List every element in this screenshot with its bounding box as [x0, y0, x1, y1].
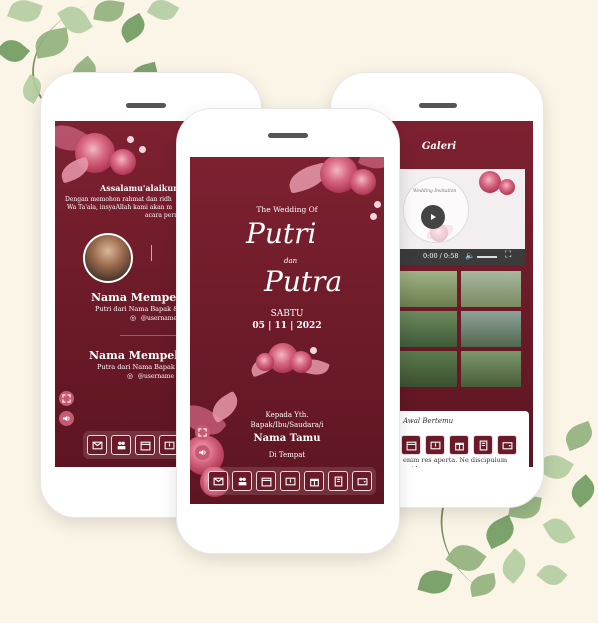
- speaker-icon: [198, 449, 206, 456]
- floral-divider-icon: [151, 245, 158, 261]
- wedding-day: SABTU: [270, 309, 304, 319]
- to-label: Kepada Yth.: [265, 411, 309, 419]
- calendar-icon: [140, 441, 150, 450]
- nav-envelope[interactable]: [208, 471, 228, 491]
- volume-icon[interactable]: 🔈: [465, 251, 475, 260]
- wallet-icon: [357, 477, 367, 485]
- intro-line-1: Dengan memohon rahmat dan ridh: [65, 196, 172, 203]
- audio-button[interactable]: [59, 411, 74, 426]
- groom-name: Putra: [264, 265, 343, 298]
- right-phone-screen: Galeri Wedding Invitation 0:00 / 0:58 🔈 …: [389, 121, 533, 467]
- guest-name: Nama Tamu: [253, 433, 321, 444]
- recipient-title: Bapak/Ibu/Saudara/i: [250, 421, 324, 429]
- separator-line: [120, 335, 180, 336]
- gift-icon: [309, 478, 319, 486]
- nav-couple[interactable]: [232, 471, 252, 491]
- video-caption: Wedding Invitation: [413, 189, 457, 194]
- nav-calendar[interactable]: [135, 435, 155, 455]
- gallery-photo[interactable]: [461, 311, 521, 347]
- nav-map[interactable]: [425, 435, 445, 455]
- gift-icon: [454, 442, 464, 450]
- video-control-bar: 0:00 / 0:58 🔈 ⛶: [395, 249, 525, 265]
- gallery-photo[interactable]: [461, 351, 521, 387]
- groom-parents: Putra dari Nama Bapak &: [97, 363, 183, 371]
- wedding-subtitle: The Wedding Of: [256, 205, 318, 214]
- nav-gift[interactable]: [449, 435, 469, 455]
- right-bottom-nav: [397, 431, 521, 459]
- play-button[interactable]: [421, 205, 445, 229]
- bride-photo: [83, 233, 133, 283]
- envelope-icon: [213, 477, 223, 485]
- conjunction-text: dan: [284, 257, 298, 265]
- right-phone-speaker: [419, 103, 457, 108]
- expand-button[interactable]: [195, 425, 210, 440]
- gallery-photo[interactable]: [397, 311, 457, 347]
- map-icon: [430, 441, 440, 449]
- center-phone-speaker: [268, 133, 308, 138]
- video-thumbnail[interactable]: Wedding Invitation: [395, 169, 525, 249]
- speaker-icon: [62, 415, 70, 422]
- calendar-icon: [261, 477, 271, 486]
- calendar-icon: [406, 441, 416, 450]
- bride-parents: Putri dari Nama Bapak &: [95, 305, 179, 313]
- nav-map[interactable]: [280, 471, 300, 491]
- nav-book[interactable]: [328, 471, 348, 491]
- wedding-date: 05 | 11 | 2022: [252, 321, 322, 331]
- instagram-icon-2: ◎: [127, 372, 134, 380]
- gallery-title: Galeri: [421, 141, 457, 152]
- gallery-photo[interactable]: [397, 271, 457, 307]
- couple-icon: [238, 477, 246, 485]
- left-phone-speaker: [126, 103, 166, 108]
- wallet-icon: [502, 441, 512, 449]
- nav-gift[interactable]: [304, 471, 324, 491]
- groom-handle: @username: [138, 373, 175, 380]
- nav-book[interactable]: [473, 435, 493, 455]
- map-icon: [285, 477, 295, 485]
- nav-wallet[interactable]: [497, 435, 517, 455]
- nav-calendar[interactable]: [401, 435, 421, 455]
- story-heading: Awal Bertemu: [403, 417, 454, 425]
- map-icon: [164, 441, 174, 449]
- intro-line-2: Wa Ta'ala, insyaAllah kami akan m: [67, 204, 173, 211]
- instagram-icon: ◎: [130, 314, 137, 322]
- play-icon: [431, 214, 436, 220]
- couple-icon: [117, 441, 125, 449]
- center-phone-screen: The Wedding Of Putri dan Putra SABTU 05 …: [190, 157, 384, 504]
- bride-handle: @username: [141, 315, 178, 322]
- groom-heading: Nama Mempela: [89, 349, 186, 362]
- fullscreen-icon[interactable]: ⛶: [505, 250, 511, 260]
- gallery-photo[interactable]: [461, 271, 521, 307]
- nav-envelope[interactable]: [87, 435, 107, 455]
- volume-slider[interactable]: [477, 256, 497, 258]
- bride-name: Putri: [246, 217, 317, 250]
- expand-icon: [62, 394, 71, 403]
- gallery-photo[interactable]: [397, 351, 457, 387]
- place-text: Di Tempat: [268, 451, 306, 459]
- envelope-icon: [92, 441, 102, 449]
- story-line-2: quidem: [403, 465, 428, 467]
- book-icon: [479, 440, 487, 450]
- nav-wallet[interactable]: [352, 471, 372, 491]
- nav-calendar[interactable]: [256, 471, 276, 491]
- player-time: 0:00 / 0:58: [423, 252, 459, 260]
- expand-icon: [198, 428, 207, 437]
- book-icon: [334, 476, 342, 486]
- center-bottom-nav: [204, 467, 376, 495]
- center-phone: The Wedding Of Putri dan Putra SABTU 05 …: [176, 108, 400, 554]
- bride-heading: Nama Mempela: [91, 291, 188, 304]
- audio-button[interactable]: [195, 445, 210, 460]
- expand-button[interactable]: [59, 391, 74, 406]
- nav-couple[interactable]: [111, 435, 131, 455]
